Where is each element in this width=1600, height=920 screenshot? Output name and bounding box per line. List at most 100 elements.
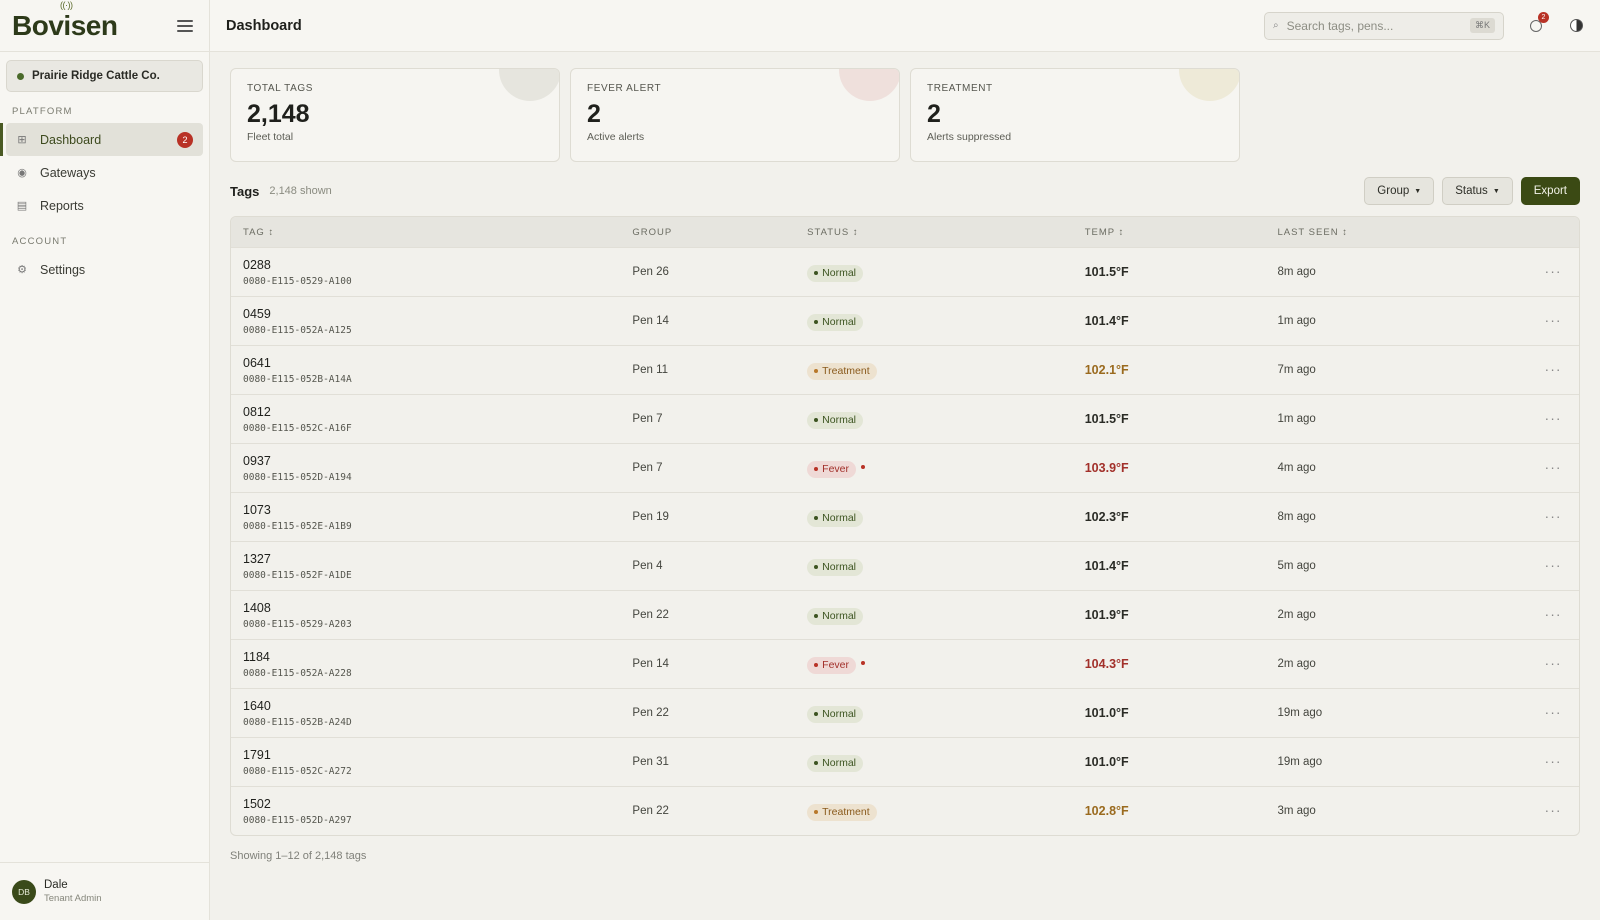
more-options-icon[interactable]: ··· (1545, 263, 1562, 279)
tags-table: TAG ↕ GROUP STATUS ↕ TEMP ↕ LAST SEEN ↕ … (230, 216, 1580, 836)
table-row[interactable]: 1184 0080-E115-052A-A228 Pen 14 Fever 104.3°… (231, 639, 1579, 688)
status-dot (17, 72, 24, 80)
status-cell: Normal (807, 605, 1085, 625)
status-cell: Normal (807, 507, 1085, 527)
more-options-icon[interactable]: ··· (1545, 508, 1562, 524)
main-content: TOTAL TAGS 2,148 Fleet total FEVER ALERT… (230, 68, 1580, 862)
tag-cell: 1327 0080-E115-052F-A1DE (231, 552, 632, 581)
group-cell: Pen 11 (632, 364, 669, 376)
hamburger-menu-icon[interactable] (177, 19, 193, 32)
more-options-icon[interactable]: ··· (1545, 802, 1562, 818)
row-actions[interactable]: ··· (1527, 263, 1579, 281)
tag-eui: 0080-E115-052B-A14A (243, 373, 352, 385)
sidebar-item-reports[interactable]: ▤ Reports (6, 189, 203, 222)
stat-card-fever-alert: FEVER ALERT 2 Active alerts (570, 68, 900, 162)
more-options-icon[interactable]: ··· (1545, 312, 1562, 328)
table-row[interactable]: 0288 0080-E115-0529-A100 Pen 26 Normal 101.5… (231, 247, 1579, 296)
more-options-icon[interactable]: ··· (1545, 753, 1562, 769)
user-profile[interactable]: DB Dale Tenant Admin (0, 862, 209, 920)
stat-card-total-tags: TOTAL TAGS 2,148 Fleet total (230, 68, 560, 162)
tag-id: 1073 (243, 502, 271, 517)
more-options-icon[interactable]: ··· (1545, 655, 1562, 671)
table-row[interactable]: 1791 0080-E115-052C-A272 Pen 31 Normal 101.0… (231, 737, 1579, 786)
more-options-icon[interactable]: ··· (1545, 704, 1562, 720)
notification-badge: 2 (1538, 11, 1549, 23)
theme-toggle-button[interactable] (1568, 18, 1584, 34)
tag-eui: 0080-E115-052F-A1DE (243, 569, 352, 581)
row-actions[interactable]: ··· (1527, 410, 1579, 428)
row-actions[interactable]: ··· (1527, 312, 1579, 330)
status-badge: Normal (807, 705, 863, 723)
table-row[interactable]: 1327 0080-E115-052F-A1DE Pen 4 Normal 101.4°… (231, 541, 1579, 590)
last-seen-cell: 4m ago (1277, 462, 1316, 474)
sidebar-item-gateways[interactable]: ◉ Gateways (6, 156, 203, 189)
tag-id: 0812 (243, 404, 271, 419)
status-filter-button[interactable]: Status ▼ (1442, 177, 1513, 205)
row-actions[interactable]: ··· (1527, 655, 1579, 673)
sidebar-item-settings[interactable]: ⚙ Settings (6, 253, 203, 286)
tag-id: 0459 (243, 306, 271, 321)
status-dot-icon (814, 467, 819, 472)
last-seen-cell: 19m ago (1277, 707, 1323, 719)
more-options-icon[interactable]: ··· (1545, 557, 1562, 573)
more-options-icon[interactable]: ··· (1545, 361, 1562, 377)
search-input[interactable] (1286, 18, 1470, 33)
table-row[interactable]: 0812 0080-E115-052C-A16F Pen 7 Normal 101.5°… (231, 394, 1579, 443)
row-actions[interactable]: ··· (1527, 802, 1579, 820)
more-options-icon[interactable]: ··· (1545, 410, 1562, 426)
table-row[interactable]: 1640 0080-E115-052B-A24D Pen 22 Normal 101.0… (231, 688, 1579, 737)
temp-cell: 101.5°F (1084, 265, 1129, 279)
row-actions[interactable]: ··· (1527, 753, 1579, 771)
row-actions[interactable]: ··· (1527, 557, 1579, 575)
row-actions[interactable]: ··· (1527, 508, 1579, 526)
group-filter-button[interactable]: Group ▼ (1364, 177, 1435, 205)
decorative-circle (1179, 69, 1239, 101)
status-cell: Treatment (807, 801, 1085, 821)
status-dot-icon (814, 761, 819, 766)
sidebar: Bov ((·)) isen Prairie Ridge Cattle Co. PL… (0, 0, 210, 920)
table-header-row: TAG ↕ GROUP STATUS ↕ TEMP ↕ LAST SEEN ↕ (231, 217, 1579, 247)
table-body: 0288 0080-E115-0529-A100 Pen 26 Normal 101.5… (231, 247, 1579, 835)
column-header-status[interactable]: STATUS ↕ (807, 227, 1085, 238)
export-button[interactable]: Export (1520, 177, 1580, 205)
group-cell: Pen 4 (632, 560, 663, 572)
status-cell: Normal (807, 556, 1085, 576)
table-row[interactable]: 1502 0080-E115-052D-A297 Pen 22 Treatment 10… (231, 786, 1579, 835)
alert-dot-icon (861, 465, 865, 470)
notification-button[interactable]: 2 (1528, 11, 1549, 34)
status-dot-icon (814, 516, 819, 521)
gear-icon: ⚙ (17, 264, 27, 276)
last-seen-cell: 2m ago (1277, 609, 1316, 621)
tag-id: 1327 (243, 551, 271, 566)
sidebar-item-dashboard[interactable]: ⊞ Dashboard 2 (0, 123, 203, 156)
row-actions[interactable]: ··· (1527, 606, 1579, 624)
table-icon: ▤ (16, 200, 28, 212)
column-header-temp[interactable]: TEMP ↕ (1085, 227, 1278, 238)
status-badge: Normal (807, 313, 863, 331)
signal-icon: ((·)) (60, 0, 73, 10)
table-row[interactable]: 0641 0080-E115-052B-A14A Pen 11 Treatment 10… (231, 345, 1579, 394)
tag-eui: 0080-E115-0529-A203 (243, 618, 352, 630)
more-options-icon[interactable]: ··· (1545, 606, 1562, 622)
last-seen-cell: 7m ago (1277, 364, 1316, 376)
tag-eui: 0080-E115-052A-A228 (243, 667, 352, 679)
table-row[interactable]: 1073 0080-E115-052E-A1B9 Pen 19 Normal 102.3… (231, 492, 1579, 541)
table-row[interactable]: 0459 0080-E115-052A-A125 Pen 14 Normal 101.4… (231, 296, 1579, 345)
table-row[interactable]: 1408 0080-E115-0529-A203 Pen 22 Normal 101.9… (231, 590, 1579, 639)
tag-eui: 0080-E115-052C-A272 (243, 765, 352, 777)
tenant-switcher[interactable]: Prairie Ridge Cattle Co. (6, 60, 203, 92)
group-cell: Pen 14 (632, 315, 669, 327)
temp-cell: 101.0°F (1084, 755, 1129, 769)
row-actions[interactable]: ··· (1527, 361, 1579, 379)
last-seen-cell: 1m ago (1277, 413, 1316, 425)
tags-header: Tags 2,148 shown Group ▼ Status ▼ Export (230, 176, 1580, 206)
row-actions[interactable]: ··· (1527, 704, 1579, 722)
more-options-icon[interactable]: ··· (1545, 459, 1562, 475)
group-cell: Pen 7 (632, 413, 663, 425)
row-actions[interactable]: ··· (1527, 459, 1579, 477)
status-cell: Fever (807, 654, 1085, 674)
table-row[interactable]: 0937 0080-E115-052D-A194 Pen 7 Fever 103.9°F… (231, 443, 1579, 492)
search-box[interactable]: ⌕ ⌘K (1264, 11, 1504, 40)
column-header-last-seen[interactable]: LAST SEEN ↕ (1277, 227, 1527, 238)
column-header-tag[interactable]: TAG ↕ (231, 227, 632, 238)
